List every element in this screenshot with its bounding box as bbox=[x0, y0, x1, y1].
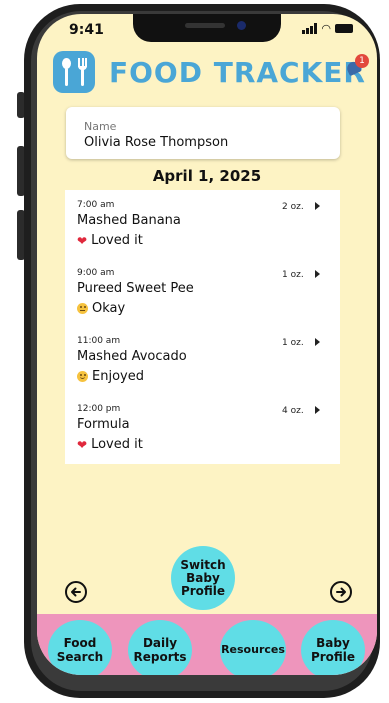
heart-icon: ❤ bbox=[77, 233, 88, 248]
back-arrow-button[interactable] bbox=[65, 581, 87, 603]
log-entry-food: Formula bbox=[77, 417, 130, 432]
arrow-right-icon bbox=[336, 587, 346, 597]
log-entry[interactable]: 11:00 am Mashed Avocado Enjoyed 1 oz. bbox=[65, 326, 340, 394]
log-entry-amount: 2 oz. bbox=[282, 202, 304, 212]
log-entry-food: Mashed Avocado bbox=[77, 349, 187, 364]
heart-icon: ❤ bbox=[77, 437, 88, 452]
log-entry-food: Mashed Banana bbox=[77, 213, 181, 228]
fork-icon bbox=[78, 58, 87, 86]
log-entry-reaction: Okay bbox=[77, 301, 125, 316]
name-field-value: Olivia Rose Thompson bbox=[84, 135, 229, 150]
app-screen: 9:41 ◠ FOOD TRACKER 1 Name Olivia Rose T… bbox=[37, 14, 377, 675]
name-field[interactable]: Name Olivia Rose Thompson bbox=[66, 107, 340, 159]
log-entry[interactable]: 12:00 pm Formula ❤ Loved it 4 oz. bbox=[65, 394, 340, 462]
arrow-left-icon bbox=[71, 587, 81, 597]
play-icon[interactable] bbox=[315, 202, 320, 210]
log-entry-reaction: ❤ Loved it bbox=[77, 437, 143, 452]
switch-profile-line2: Baby bbox=[186, 570, 220, 585]
log-entry-amount: 4 oz. bbox=[282, 406, 304, 416]
nav-resources-button[interactable]: Resources bbox=[220, 620, 286, 675]
notch bbox=[133, 14, 281, 42]
log-entry-amount: 1 oz. bbox=[282, 270, 304, 280]
log-entry-amount: 1 oz. bbox=[282, 338, 304, 348]
signal-icon bbox=[302, 23, 318, 34]
nav-label-line1: Baby bbox=[316, 636, 350, 650]
nav-label-line1: Daily bbox=[142, 636, 178, 650]
switch-profile-line3: Profile bbox=[180, 583, 226, 598]
log-entry-reaction-label: Loved it bbox=[91, 233, 143, 248]
log-entry-reaction-label: Loved it bbox=[91, 437, 143, 452]
name-field-label: Name bbox=[84, 120, 117, 133]
log-entry-time: 11:00 am bbox=[77, 336, 121, 346]
nav-label-line2: Profile bbox=[310, 650, 356, 664]
app-title: FOOD TRACKER bbox=[109, 56, 366, 89]
front-camera bbox=[237, 21, 246, 30]
play-icon[interactable] bbox=[315, 338, 320, 346]
log-entry-food: Pureed Sweet Pee bbox=[77, 281, 194, 296]
nav-daily-reports-button[interactable]: Daily Reports bbox=[128, 620, 192, 675]
nav-label-line2: Reports bbox=[133, 650, 187, 664]
notification-bell-icon[interactable]: 1 bbox=[344, 54, 369, 78]
smiling-face-icon bbox=[77, 371, 88, 382]
speaker-grille bbox=[185, 23, 225, 28]
app-logo-icon bbox=[53, 51, 95, 93]
food-log-list: 7:00 am Mashed Banana ❤ Loved it 2 oz. 9… bbox=[65, 190, 340, 464]
log-entry[interactable]: 7:00 am Mashed Banana ❤ Loved it 2 oz. bbox=[65, 190, 340, 258]
play-icon[interactable] bbox=[315, 270, 320, 278]
nav-label-line2: Search bbox=[56, 650, 104, 664]
log-date: April 1, 2025 bbox=[152, 167, 262, 185]
log-entry-reaction: ❤ Loved it bbox=[77, 233, 143, 248]
notification-badge: 1 bbox=[355, 54, 369, 68]
switch-profile-line1: Switch bbox=[180, 557, 226, 572]
nav-baby-profile-button[interactable]: Baby Profile bbox=[301, 620, 365, 675]
battery-icon bbox=[335, 24, 353, 33]
log-entry-reaction: Enjoyed bbox=[77, 369, 144, 384]
log-entry[interactable]: 9:00 am Pureed Sweet Pee Okay 1 oz. bbox=[65, 258, 340, 326]
forward-arrow-button[interactable] bbox=[330, 581, 352, 603]
log-entry-time: 9:00 am bbox=[77, 268, 115, 278]
neutral-face-icon bbox=[77, 303, 88, 314]
switch-baby-profile-button[interactable]: Switch Baby Profile bbox=[171, 546, 235, 610]
log-entry-reaction-label: Enjoyed bbox=[92, 369, 144, 384]
status-time: 9:41 bbox=[69, 22, 104, 38]
log-entry-reaction-label: Okay bbox=[92, 301, 126, 316]
nav-label-line1: Resources bbox=[221, 643, 285, 656]
nav-food-search-button[interactable]: Food Search bbox=[48, 620, 112, 675]
play-icon[interactable] bbox=[315, 406, 320, 414]
log-entry-time: 12:00 pm bbox=[77, 404, 121, 414]
nav-label-line1: Food bbox=[63, 636, 97, 650]
spoon-icon bbox=[62, 58, 71, 86]
wifi-icon: ◠ bbox=[321, 22, 331, 35]
log-entry-time: 7:00 am bbox=[77, 200, 115, 210]
status-icons: ◠ bbox=[302, 23, 353, 34]
